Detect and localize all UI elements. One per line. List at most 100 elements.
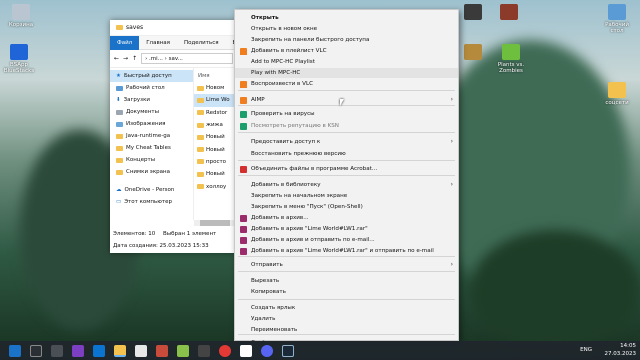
scrollbar-thumb[interactable]: [200, 220, 230, 226]
nav-item-concerts[interactable]: Концерты: [110, 154, 193, 166]
context-menu-item[interactable]: Add to MPC-HC Playlist: [235, 57, 458, 67]
browser-icon[interactable]: [93, 344, 105, 357]
winrar-icon: [240, 215, 247, 222]
status-selected-count: Выбран 1 элемент: [163, 231, 217, 237]
winrar-icon: [240, 248, 247, 255]
ribbon-tab-file[interactable]: Файл: [110, 35, 140, 50]
nav-item-desktop[interactable]: Рабочий стол: [110, 82, 193, 94]
file-item[interactable]: холлоу: [194, 180, 236, 192]
context-menu-item[interactable]: Предоставить доступ к ›: [235, 137, 458, 147]
context-menu-item-label: Добавить в архив "Lime World#LW1.rar" и …: [251, 248, 434, 254]
context-menu-item[interactable]: Создать ярлык: [235, 303, 458, 313]
app-icon[interactable]: [198, 344, 210, 357]
clock-date[interactable]: 27.03.2023: [605, 350, 637, 358]
file-item[interactable]: Новый: [194, 168, 236, 180]
context-menu-item[interactable]: Посмотреть репутацию в KSN: [235, 121, 458, 131]
back-arrow-icon[interactable]: ←: [114, 55, 119, 62]
search-icon[interactable]: [30, 344, 42, 357]
ribbon-tab-home[interactable]: Главная: [139, 36, 177, 50]
nav-item-label: Быстрый доступ: [123, 73, 172, 79]
nav-item-java-runtime[interactable]: Java-runtime-ga: [110, 130, 193, 142]
app-icon[interactable]: [156, 344, 168, 357]
file-item[interactable]: просто: [194, 156, 236, 168]
context-menu-item[interactable]: Воспроизвести в VLC: [235, 79, 458, 89]
nav-item-quick-access[interactable]: ★ Быстрый доступ: [110, 70, 193, 82]
desktop-icon-desktop[interactable]: Рабочий стол: [600, 4, 634, 34]
playstation-icon[interactable]: [240, 344, 252, 357]
discord-icon[interactable]: [261, 344, 273, 357]
system-tray[interactable]: ENG 14:05 27.03.2023: [580, 342, 637, 358]
status-element-count: Элементов: 10: [113, 231, 156, 237]
context-menu-item[interactable]: Переименовать: [235, 325, 458, 335]
context-menu-item[interactable]: Восстановить прежнюю версию: [235, 149, 458, 159]
desktop-icon-recycle-bin[interactable]: Корзина: [4, 4, 38, 28]
context-menu-item[interactable]: Закрепить на начальном экране: [235, 191, 458, 201]
steam-icon[interactable]: [282, 344, 294, 357]
desktop-icon-game-3[interactable]: [456, 44, 490, 62]
file-item[interactable]: Новый: [194, 131, 236, 143]
desktop-icon-bluestacks[interactable]: BSApp BlueStacks: [2, 44, 36, 74]
wallpaper-foliage: [470, 230, 640, 350]
nav-item-downloads[interactable]: ⬇ Загрузки: [110, 94, 193, 106]
context-menu-item[interactable]: Вырезать: [235, 276, 458, 286]
context-menu-item[interactable]: Добавить в архив и отправить по e-mail..…: [235, 235, 458, 245]
context-menu-item[interactable]: Проверить на вирусы: [235, 109, 458, 119]
nav-item-documents[interactable]: Документы: [110, 106, 193, 118]
folder-icon: [197, 122, 204, 128]
language-indicator[interactable]: ENG: [580, 346, 592, 354]
file-item[interactable]: жижа: [194, 119, 236, 131]
nav-item-cheat-tables[interactable]: My Cheat Tables: [110, 142, 193, 154]
up-arrow-icon[interactable]: ↑: [132, 55, 137, 62]
address-bar[interactable]: › .mi... › sav...: [141, 53, 233, 64]
app-icon[interactable]: [177, 344, 189, 357]
horizontal-scrollbar[interactable]: [194, 220, 236, 226]
context-menu-item[interactable]: Открыть: [235, 13, 458, 23]
folder-icon: [197, 110, 204, 116]
menu-separator: [238, 160, 455, 161]
file-explorer-icon[interactable]: [114, 344, 126, 357]
context-menu-item[interactable]: Добавить в плейлист VLC: [235, 46, 458, 56]
file-item[interactable]: Новом: [194, 82, 236, 94]
context-menu-item[interactable]: Добавить в архив "Lime World#LW1.rar": [235, 224, 458, 234]
desktop-icon-game-2[interactable]: [492, 4, 526, 22]
context-menu-item-label: Play with MPC-HC: [251, 70, 301, 76]
ribbon-tab-share[interactable]: Поделиться: [177, 36, 226, 50]
navigation-pane: ★ Быстрый доступ Рабочий стол ⬇ Загрузки Д…: [110, 68, 194, 220]
context-menu-item[interactable]: Закрепить на панели быстрого доступа: [235, 35, 458, 45]
start-button-icon[interactable]: [9, 344, 21, 357]
file-item[interactable]: Redstor: [194, 107, 236, 119]
task-view-icon[interactable]: [51, 344, 63, 357]
nav-item-pictures[interactable]: Изображения: [110, 118, 193, 130]
context-menu-item[interactable]: Удалить: [235, 314, 458, 324]
context-menu-item[interactable]: Копировать: [235, 287, 458, 297]
context-menu-item[interactable]: Добавить в библиотеку ›: [235, 180, 458, 190]
context-menu-item[interactable]: Закрепить в меню "Пуск" (Open-Shell): [235, 202, 458, 212]
forward-arrow-icon[interactable]: →: [123, 55, 128, 62]
file-explorer-window: saves Файл Главная Поделиться Вид ← → ↑ …: [110, 20, 236, 253]
context-menu-item[interactable]: AIMP ›: [235, 95, 458, 105]
file-item-selected[interactable]: Lime Wo: [194, 94, 236, 107]
desktop-icon-pvz[interactable]: Plants vs. Zombies: [494, 44, 528, 74]
context-menu-item[interactable]: Открыть в новом окне: [235, 24, 458, 34]
context-menu-item[interactable]: Добавить в архив "Lime World#LW1.rar" и …: [235, 246, 458, 256]
context-menu-item[interactable]: Play with MPC-HC: [235, 68, 458, 78]
aimp-taskbar-icon[interactable]: [72, 344, 84, 357]
folder-icon: [608, 82, 626, 98]
column-header-name[interactable]: Имя: [194, 70, 236, 82]
nav-item-this-pc[interactable]: ▭ Этот компьютер: [110, 196, 193, 208]
nav-item-screenshots[interactable]: Снимки экрана: [110, 166, 193, 178]
clock-time[interactable]: 14:05: [605, 342, 636, 350]
context-menu-item[interactable]: Отправить ›: [235, 260, 458, 270]
nav-item-onedrive[interactable]: ☁ OneDrive - Person: [110, 184, 193, 196]
app-icon[interactable]: [135, 344, 147, 357]
file-item-label: жижа: [206, 122, 223, 129]
documents-folder-icon: [116, 109, 123, 115]
yandex-browser-icon[interactable]: [219, 344, 231, 357]
context-menu-item[interactable]: Добавить в архив...: [235, 213, 458, 223]
folder-icon: [197, 159, 204, 165]
desktop-icon-socials[interactable]: соцсети: [600, 82, 634, 106]
desktop-icon-game-1[interactable]: [456, 4, 490, 22]
context-menu-item[interactable]: Объединить файлы в программе Acrobat...: [235, 164, 458, 174]
explorer-ribbon: Файл Главная Поделиться Вид: [110, 35, 236, 50]
file-item[interactable]: Новый: [194, 143, 236, 155]
